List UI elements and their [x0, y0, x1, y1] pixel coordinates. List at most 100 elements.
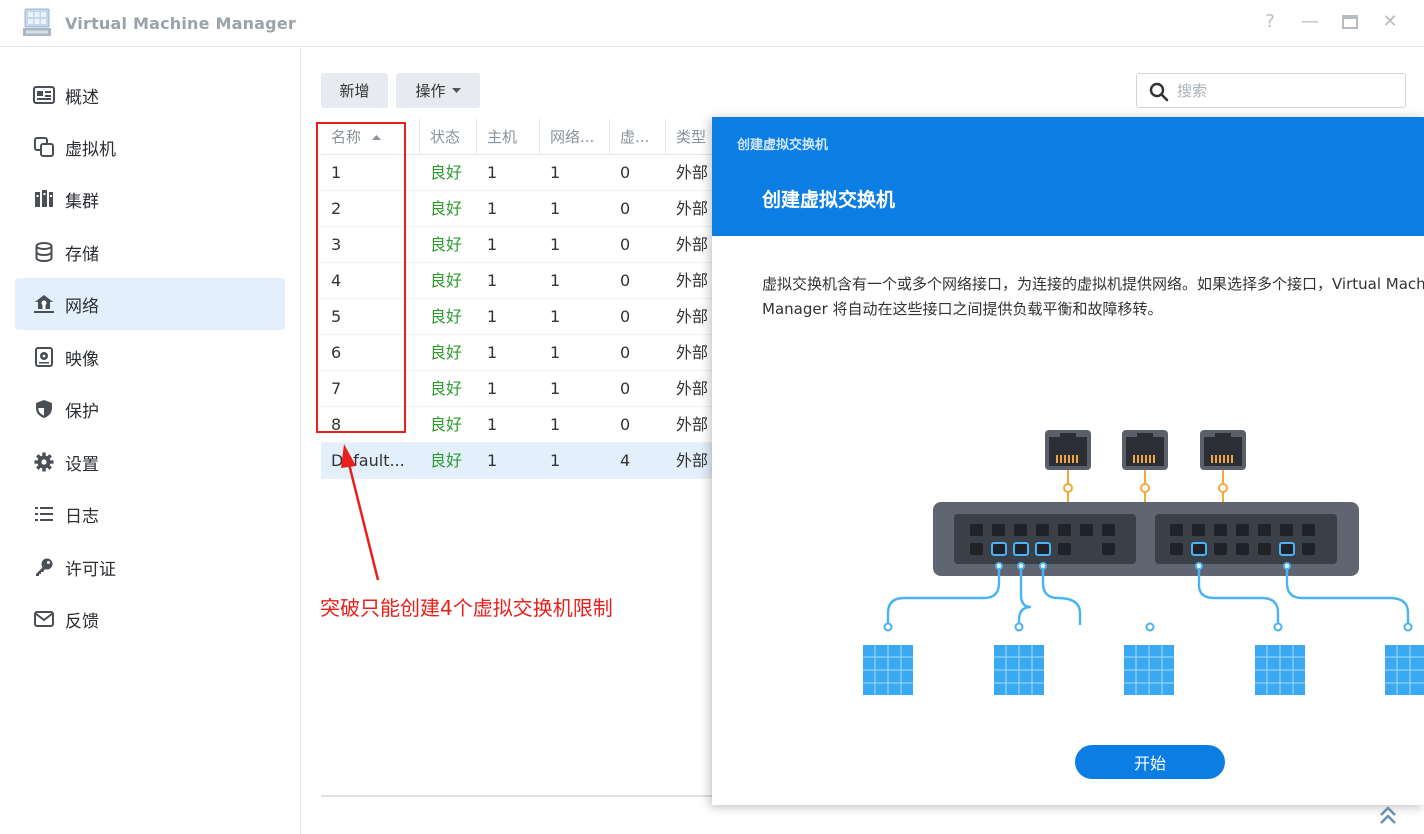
- gear-icon: [33, 451, 55, 473]
- cluster-icon: [33, 188, 55, 210]
- cell-network: 1: [550, 163, 561, 182]
- overview-icon: [33, 84, 55, 106]
- annotation-arrow: [341, 444, 380, 581]
- cell-network: 1: [550, 271, 561, 290]
- column-header-vm-count[interactable]: 虚...: [610, 119, 666, 155]
- sidebar-item-label: 集群: [65, 191, 99, 212]
- sidebar-item-network[interactable]: 网络: [15, 278, 285, 330]
- mail-icon: [33, 608, 55, 630]
- cell-status: 良好: [430, 343, 463, 362]
- log-icon: [33, 503, 55, 525]
- cell-type: 外部: [676, 163, 709, 182]
- virtual-switch-illustration: [863, 430, 1424, 695]
- sidebar-item-feedback[interactable]: 反馈: [15, 593, 285, 645]
- network-icon: [33, 293, 55, 315]
- cell-status: 良好: [430, 235, 463, 254]
- cell-host: 1: [487, 379, 498, 398]
- sidebar-item-overview[interactable]: 概述: [15, 69, 285, 121]
- cell-host: 1: [487, 415, 498, 434]
- cell-vm-count: 0: [620, 271, 631, 290]
- start-button[interactable]: 开始: [1075, 745, 1225, 779]
- cell-vm-count: 4: [620, 451, 631, 470]
- column-header-network[interactable]: 网络...: [540, 119, 610, 155]
- vm-block-icon: [994, 645, 1044, 695]
- cell-host: 1: [487, 451, 498, 470]
- scroll-to-top-icon[interactable]: [1378, 805, 1398, 827]
- sidebar-item-image[interactable]: 映像: [15, 331, 285, 383]
- ethernet-port-icon: [1122, 430, 1168, 503]
- sidebar-item-label: 许可证: [65, 559, 116, 580]
- cell-status: 良好: [430, 271, 463, 290]
- action-dropdown-button[interactable]: 操作: [396, 73, 480, 108]
- sidebar-item-protection[interactable]: 保护: [15, 383, 285, 435]
- annotation-text: 突破只能创建4个虚拟交换机限制: [320, 596, 613, 620]
- cell-vm-count: 0: [620, 163, 631, 182]
- cell-network: 1: [550, 235, 561, 254]
- wizard-title: 创建虚拟交换机: [762, 189, 896, 211]
- cell-network: 1: [550, 451, 561, 470]
- sidebar-item-label: 设置: [65, 454, 99, 475]
- close-icon[interactable]: ✕: [1379, 11, 1401, 33]
- column-header-type[interactable]: 类型: [666, 119, 712, 155]
- sidebar-item-label: 虚拟机: [65, 139, 116, 160]
- help-icon[interactable]: ?: [1259, 11, 1281, 33]
- cell-type: 外部: [676, 199, 709, 218]
- app-title: Virtual Machine Manager: [65, 14, 296, 33]
- minimize-icon[interactable]: —: [1299, 11, 1321, 33]
- add-button[interactable]: 新增: [321, 73, 388, 108]
- cell-vm-count: 0: [620, 199, 631, 218]
- sidebar-item-label: 反馈: [65, 611, 99, 632]
- search-icon: [1149, 82, 1169, 102]
- search-input[interactable]: [1177, 80, 1397, 102]
- sidebar-item-label: 映像: [65, 349, 99, 370]
- cell-status: 良好: [430, 307, 463, 326]
- cell-vm-count: 0: [620, 343, 631, 362]
- vm-block-icon: [1124, 645, 1174, 695]
- cell-vm-count: 0: [620, 235, 631, 254]
- annotation-highlight-box: [316, 122, 406, 433]
- caret-down-icon: [451, 88, 461, 93]
- sidebar-item-label: 保护: [65, 401, 99, 422]
- sidebar-item-label: 概述: [65, 87, 99, 108]
- ethernet-port-icon: [1045, 430, 1091, 503]
- cell-host: 1: [487, 199, 498, 218]
- column-header-host[interactable]: 主机: [477, 119, 540, 155]
- sidebar-item-cluster[interactable]: 集群: [15, 173, 285, 225]
- wizard-window-title: 创建虚拟交换机: [737, 138, 829, 153]
- sidebar-item-storage[interactable]: 存储: [15, 226, 285, 278]
- wizard-description: 虚拟交换机含有一个或多个网络接口，为连接的虚拟机提供网络。如果选择多个接口，Vi…: [762, 275, 1424, 318]
- cell-status: 良好: [430, 163, 463, 182]
- cell-type: 外部: [676, 271, 709, 290]
- sidebar-item-settings[interactable]: 设置: [15, 436, 285, 488]
- cell-vm-count: 0: [620, 307, 631, 326]
- vmm-app-icon: [23, 8, 51, 36]
- action-button-label: 操作: [415, 82, 446, 100]
- cell-host: 1: [487, 235, 498, 254]
- cell-vm-count: 0: [620, 379, 631, 398]
- sidebar-item-vm[interactable]: 虚拟机: [15, 121, 285, 173]
- cell-host: 1: [487, 271, 498, 290]
- cell-type: 外部: [676, 343, 709, 362]
- cell-network: 1: [550, 343, 561, 362]
- create-switch-wizard: 创建虚拟交换机 创建虚拟交换机 虚拟交换机含有一个或多个网络接口，为连接的虚拟机…: [712, 117, 1424, 805]
- cell-status: 良好: [430, 379, 463, 398]
- cell-type: 外部: [676, 379, 709, 398]
- cell-status: 良好: [430, 199, 463, 218]
- sidebar-item-log[interactable]: 日志: [15, 488, 285, 540]
- cell-type: 外部: [676, 235, 709, 254]
- search-box[interactable]: [1136, 73, 1406, 108]
- key-icon: [33, 556, 55, 578]
- maximize-icon[interactable]: [1339, 11, 1361, 33]
- column-header-status[interactable]: 状态: [420, 119, 477, 155]
- cell-type: 外部: [676, 415, 709, 434]
- cell-network: 1: [550, 379, 561, 398]
- sidebar-item-license[interactable]: 许可证: [15, 541, 285, 593]
- vm-block-icon: [1255, 645, 1305, 695]
- cell-host: 1: [487, 163, 498, 182]
- storage-icon: [33, 241, 55, 263]
- cell-status: 良好: [430, 451, 463, 470]
- cell-network: 1: [550, 415, 561, 434]
- sidebar: 概述 虚拟机 集群 存储 网络 映像 保护 设置 日志 许可证 反馈: [0, 48, 301, 834]
- image-icon: [33, 346, 55, 368]
- title-bar: Virtual Machine Manager ? — ✕: [0, 0, 1424, 47]
